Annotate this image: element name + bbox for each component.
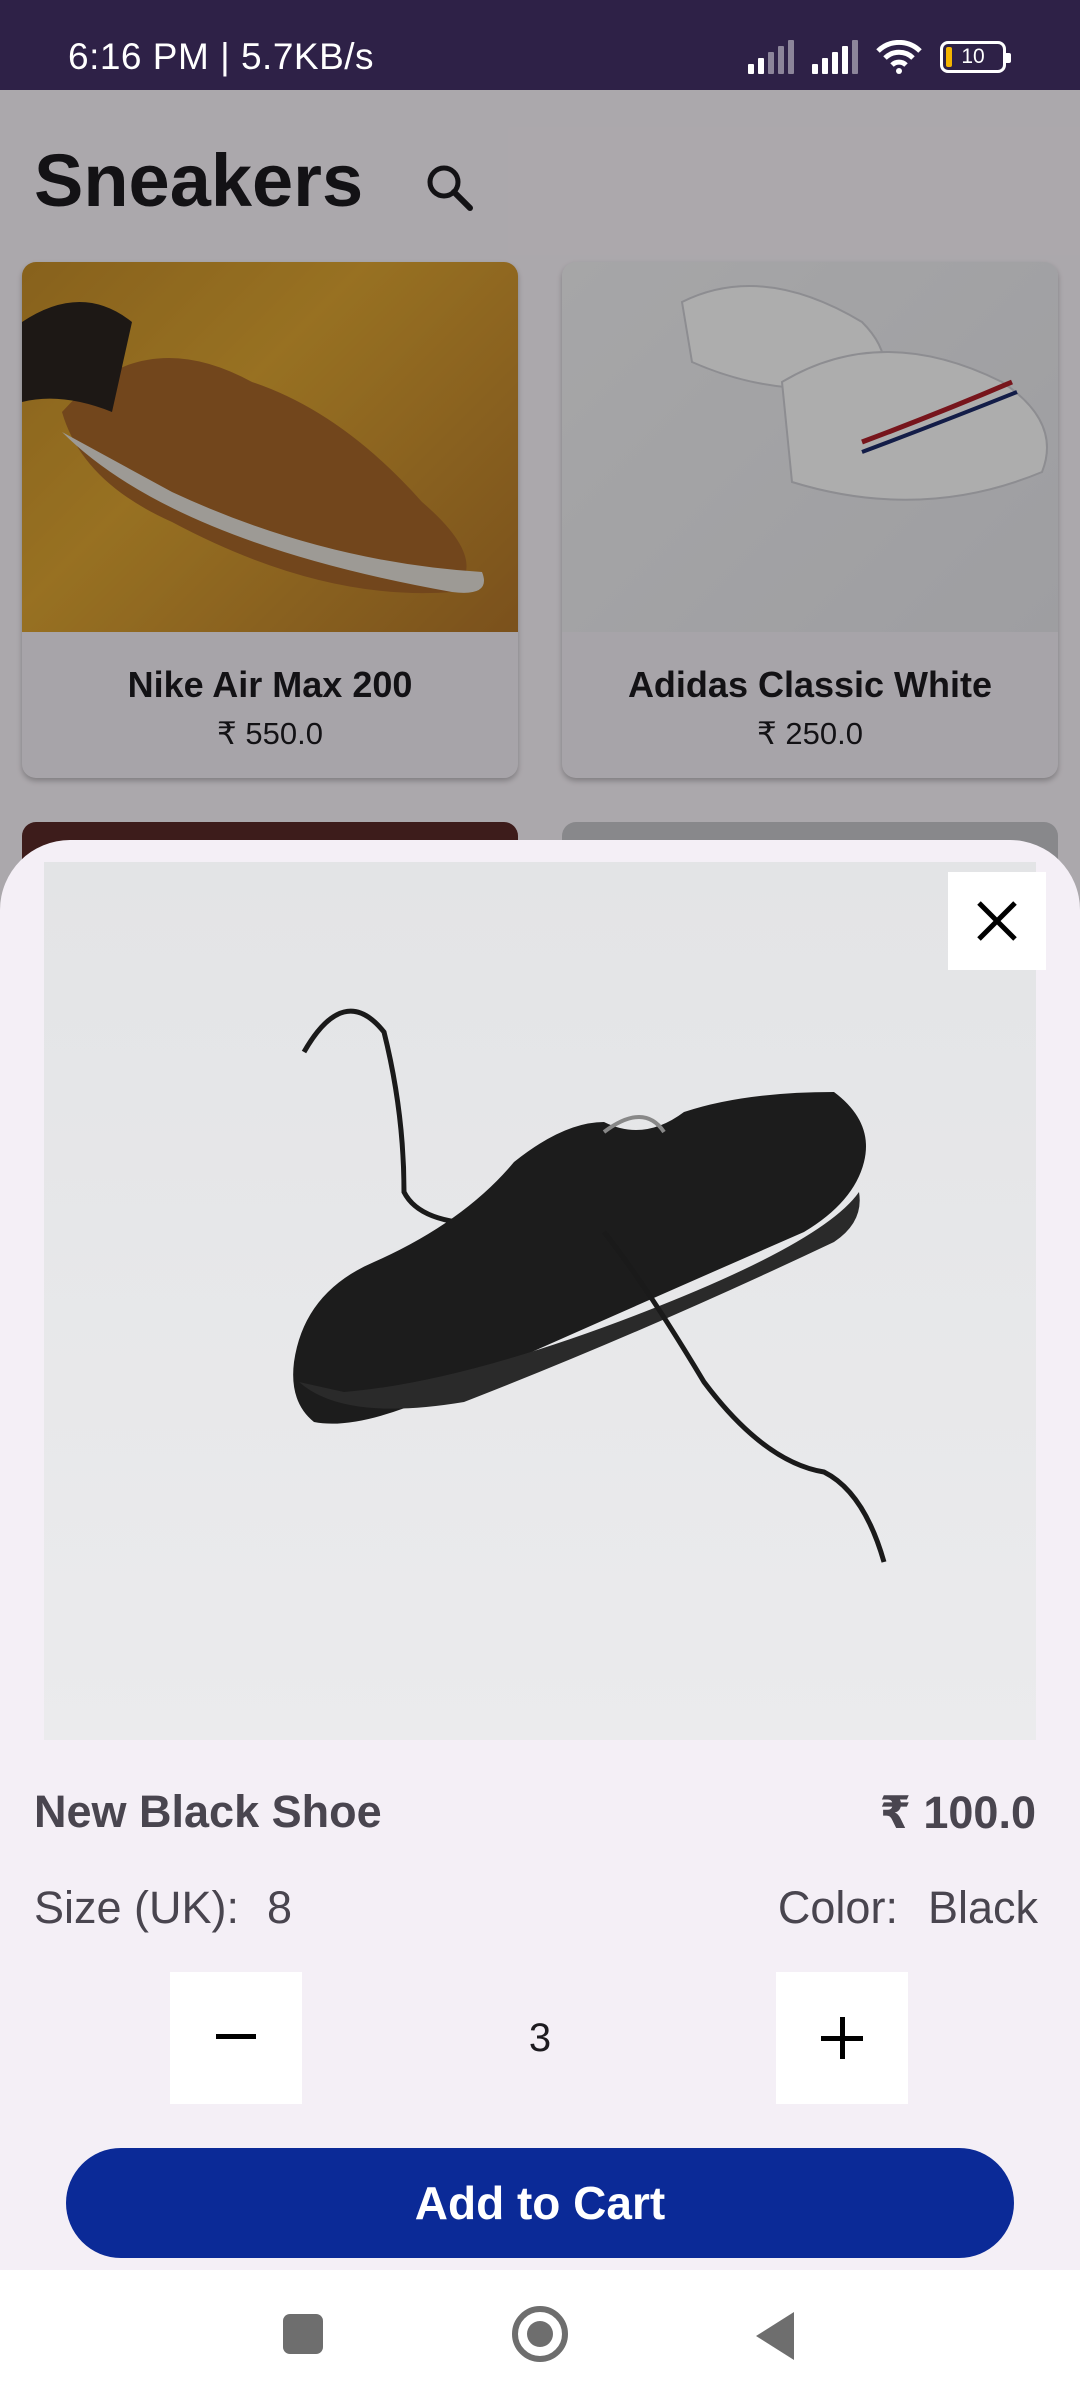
product-hero-image [44,862,1036,1740]
status-bar: 6:16 PM | 5.7KB/s 10 [0,0,1080,90]
signal-icon [748,40,794,74]
sheet-product-price: ₹ 100.0 [879,1787,1036,1838]
status-time: 6:16 PM | 5.7KB/s [68,36,375,77]
system-navigation-bar [0,2270,1080,2400]
home-icon[interactable] [512,2306,568,2362]
increase-quantity-button[interactable] [776,1972,908,2104]
color-value: Black [927,1882,1038,1933]
recents-icon[interactable] [283,2314,323,2354]
wifi-icon [876,40,922,74]
color-label: Color: [777,1882,898,1933]
back-icon[interactable] [756,2312,794,2360]
battery-icon: 10 [940,41,1011,73]
battery-level: 10 [961,45,985,68]
close-icon [977,901,1017,941]
size-value: 8 [267,1882,293,1933]
sheet-product-name: New Black Shoe [34,1786,382,1837]
close-button[interactable] [948,872,1046,970]
plus-icon [821,2017,863,2059]
product-detail-sheet: New Black Shoe ₹ 100.0 Size (UK): 8 Color… [0,840,1080,2270]
size-row: Size (UK): 8 [34,1882,292,1934]
signal-icon-2 [812,40,858,74]
minus-icon [216,2034,256,2039]
decrease-quantity-button[interactable] [170,1972,302,2104]
quantity-value: 3 [528,2016,552,2060]
status-icons: 10 [748,40,1011,74]
color-row: Color: Black [778,1882,1038,1934]
size-label: Size (UK): [34,1882,240,1933]
add-to-cart-button[interactable]: Add to Cart [66,2148,1014,2258]
